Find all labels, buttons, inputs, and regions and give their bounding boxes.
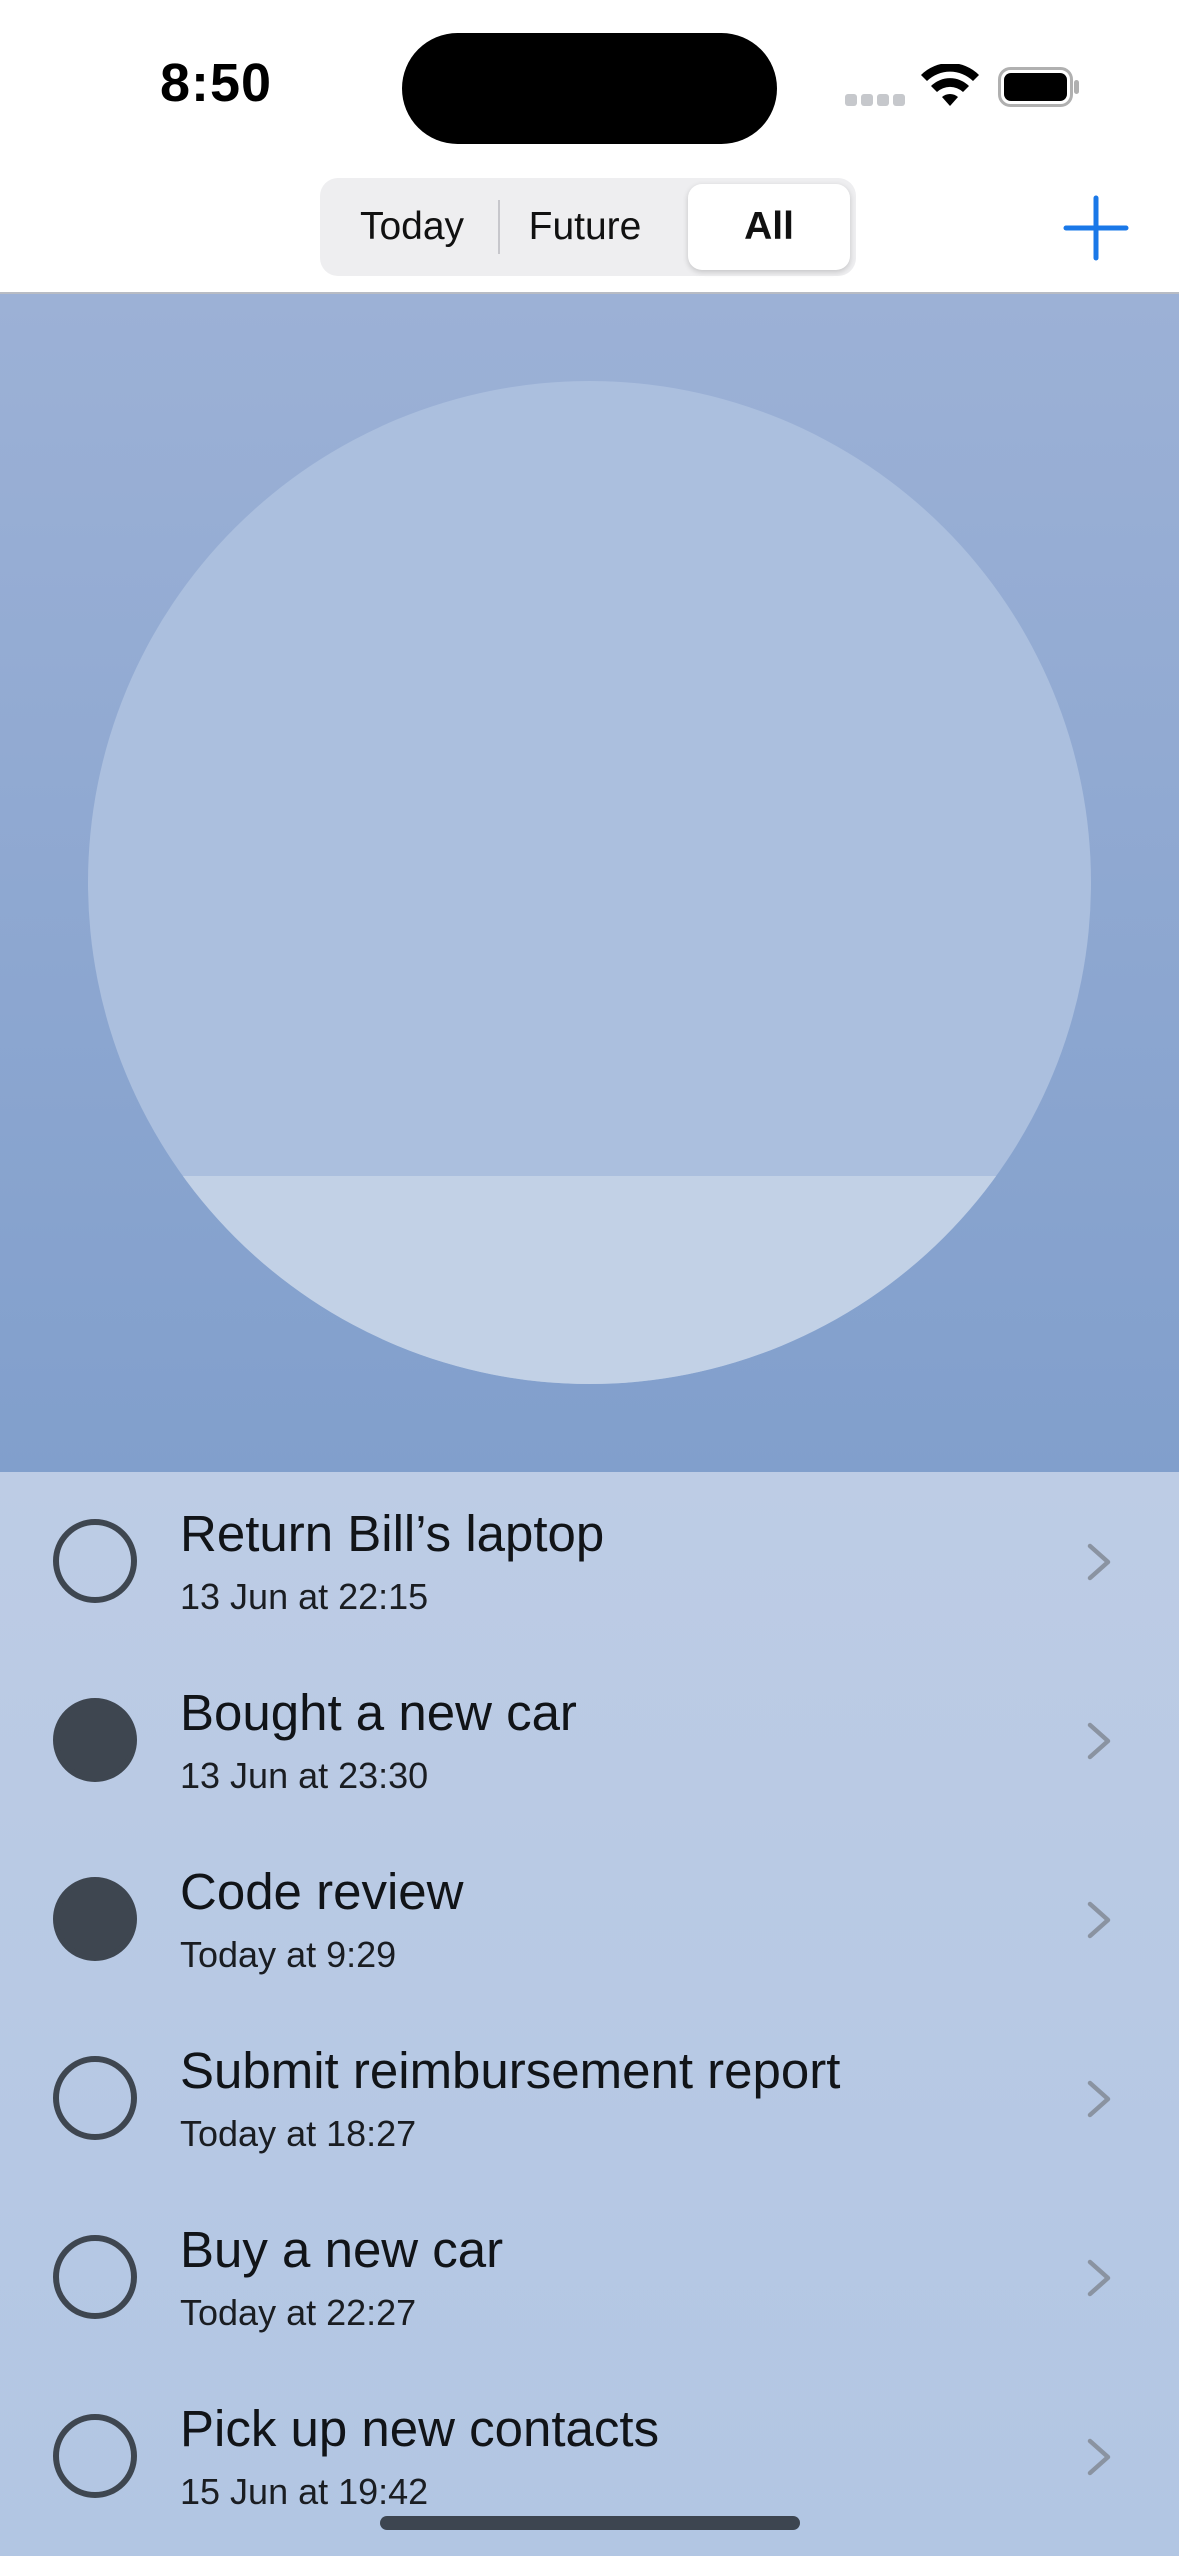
home-indicator[interactable] [380,2516,800,2530]
checkbox-icon[interactable] [53,1877,137,1961]
task-title: Code review [180,1863,464,1920]
battery-icon [998,67,1079,107]
task-date: Today at 9:29 [180,1934,397,1975]
task-date: 13 Jun at 22:15 [180,1576,429,1617]
chevron-right-icon [1087,1722,1111,1760]
chevron-right-icon [1087,2080,1111,2118]
segment-today[interactable]: Today [326,184,498,270]
task-date: 13 Jun at 23:30 [180,1755,429,1796]
task-date: Today at 18:27 [180,2113,417,2154]
nav-bar: Today Future All [0,170,1179,294]
status-bar: 8:50 [0,0,1179,170]
task-date: Today at 22:27 [180,2292,417,2333]
list-item[interactable]: Return Bill’s laptop 13 Jun at 22:15 [0,1472,1179,1651]
list-item[interactable]: Buy a new car Today at 22:27 [0,2188,1179,2367]
hero-horizon [88,1176,1091,1384]
filter-segmented-control: Today Future All [320,178,856,276]
hero-banner [0,294,1179,1472]
checkbox-icon[interactable] [53,2414,137,2498]
task-list: Return Bill’s laptop 13 Jun at 22:15 Bou… [0,1472,1179,2556]
list-item[interactable]: Submit reimbursement report Today at 18:… [0,2009,1179,2188]
status-time: 8:50 [160,53,273,113]
checkbox-icon[interactable] [53,2235,137,2319]
list-item[interactable]: Code review Today at 9:29 [0,1830,1179,2009]
chevron-right-icon [1087,2438,1111,2476]
checkbox-icon[interactable] [53,2056,137,2140]
task-title: Bought a new car [180,1684,577,1741]
hero-circle-illustration [88,381,1091,1384]
list-item[interactable]: Bought a new car 13 Jun at 23:30 [0,1651,1179,1830]
segment-all[interactable]: All [688,184,850,270]
checkbox-icon[interactable] [53,1698,137,1782]
chevron-right-icon [1087,1901,1111,1939]
task-title: Pick up new contacts [180,2400,660,2457]
task-title: Return Bill’s laptop [180,1505,605,1562]
task-date: 15 Jun at 19:42 [180,2471,429,2512]
checkbox-icon[interactable] [53,1519,137,1603]
cellular-signal-icon [845,94,905,108]
chevron-right-icon [1087,1543,1111,1581]
task-title: Submit reimbursement report [180,2042,841,2099]
chevron-right-icon [1087,2259,1111,2297]
task-title: Buy a new car [180,2221,504,2278]
plus-icon[interactable] [1060,192,1132,264]
dynamic-island [402,33,777,144]
segment-future[interactable]: Future [498,184,672,270]
wifi-icon [921,64,979,106]
